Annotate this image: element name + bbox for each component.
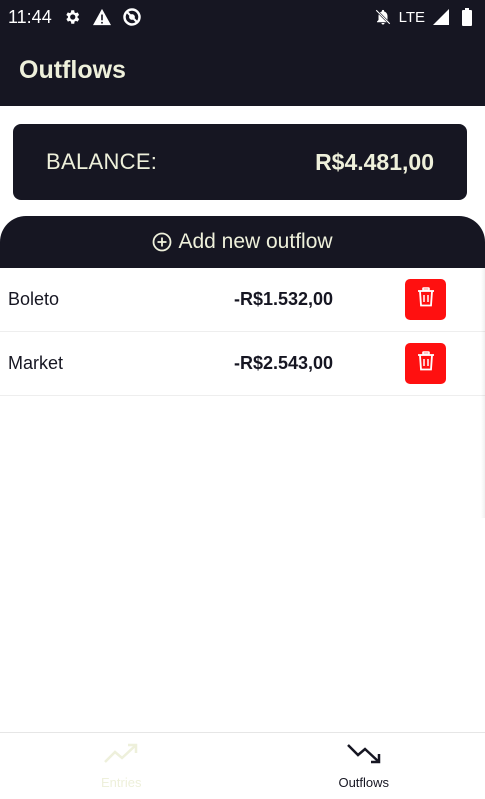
tab-outflows[interactable]: Outflows xyxy=(243,733,485,799)
delete-button[interactable] xyxy=(405,279,446,320)
tab-entries-label: Entries xyxy=(101,775,142,790)
add-outflow-label: Add new outflow xyxy=(178,230,333,253)
signal-icon xyxy=(431,7,451,27)
outflow-amount: -R$1.532,00 xyxy=(234,289,334,309)
gear-icon xyxy=(62,7,82,27)
outflow-amount: -R$2.543,00 xyxy=(234,353,334,373)
status-right: LTE xyxy=(373,7,477,27)
add-circle-icon xyxy=(152,232,172,252)
network-type: LTE xyxy=(398,8,425,26)
balance-label: BALANCE: xyxy=(46,149,158,174)
tab-outflows-label: Outflows xyxy=(338,775,390,790)
warning-icon xyxy=(92,7,112,27)
data-saver-icon xyxy=(122,7,142,27)
status-time: 11:44 xyxy=(8,6,52,27)
bottom-nav: Entries Outflows xyxy=(0,732,485,799)
list-item: Boleto -R$1.532,00 xyxy=(0,268,485,332)
trending-up-icon xyxy=(103,742,139,769)
tab-entries[interactable]: Entries xyxy=(0,733,243,799)
battery-icon xyxy=(457,7,477,27)
list-item: Market -R$2.543,00 xyxy=(0,332,485,396)
outflow-list: Boleto -R$1.532,00 Market -R$2.543,00 xyxy=(0,268,485,396)
list-edge-shadow xyxy=(481,268,485,518)
notifications-off-icon xyxy=(373,7,393,27)
trash-icon xyxy=(417,351,435,376)
page-title: Outflows xyxy=(19,55,126,84)
add-outflow-button[interactable]: Add new outflow xyxy=(0,216,485,268)
trash-icon xyxy=(417,287,435,312)
status-bar: 11:44 LTE xyxy=(0,0,485,34)
balance-value: R$4.481,00 xyxy=(315,148,434,175)
outflow-name: Boleto xyxy=(8,289,60,309)
outflow-name: Market xyxy=(8,353,64,373)
delete-button[interactable] xyxy=(405,343,446,384)
status-left: 11:44 xyxy=(8,7,142,28)
trending-down-icon xyxy=(346,742,382,769)
balance-card: BALANCE: R$4.481,00 xyxy=(13,124,467,200)
app-bar: Outflows xyxy=(0,34,485,106)
